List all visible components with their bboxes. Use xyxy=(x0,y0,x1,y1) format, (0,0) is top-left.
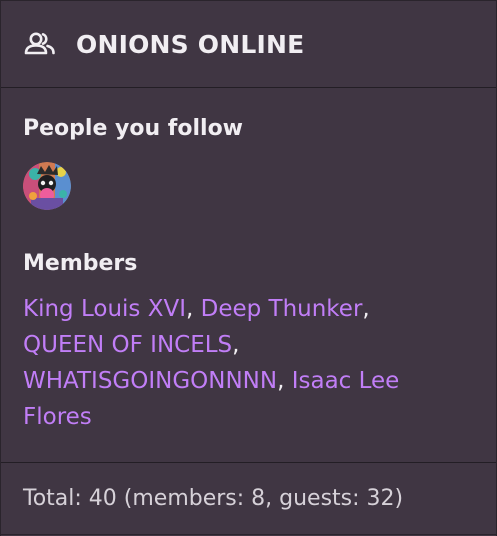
avatar-image xyxy=(23,162,71,210)
panel-title: ONIONS ONLINE xyxy=(76,29,305,59)
member-separator: , xyxy=(277,368,292,394)
avatar[interactable] xyxy=(23,162,71,210)
onions-online-panel: ONIONS ONLINE People you follow Members … xyxy=(0,0,497,536)
panel-body: People you follow Members King Louis XVI… xyxy=(1,88,496,463)
people-you-follow-heading: People you follow xyxy=(23,116,244,141)
members-heading: Members xyxy=(23,251,138,276)
member-link[interactable]: Deep Thunker xyxy=(201,296,363,322)
member-separator: , xyxy=(362,296,370,322)
panel-header: ONIONS ONLINE xyxy=(1,0,496,88)
member-list: King Louis XVI, Deep Thunker, QUEEN OF I… xyxy=(23,291,463,435)
member-link[interactable]: King Louis XVI xyxy=(23,296,186,322)
member-link[interactable]: WHATISGOINGONNNN xyxy=(23,368,277,394)
followed-avatars xyxy=(23,162,474,210)
users-icon xyxy=(24,30,56,58)
member-separator: , xyxy=(232,332,240,358)
member-link[interactable]: QUEEN OF INCELS xyxy=(23,332,232,358)
online-total: Total: 40 (members: 8, guests: 32) xyxy=(1,463,496,535)
member-separator: , xyxy=(185,296,201,322)
